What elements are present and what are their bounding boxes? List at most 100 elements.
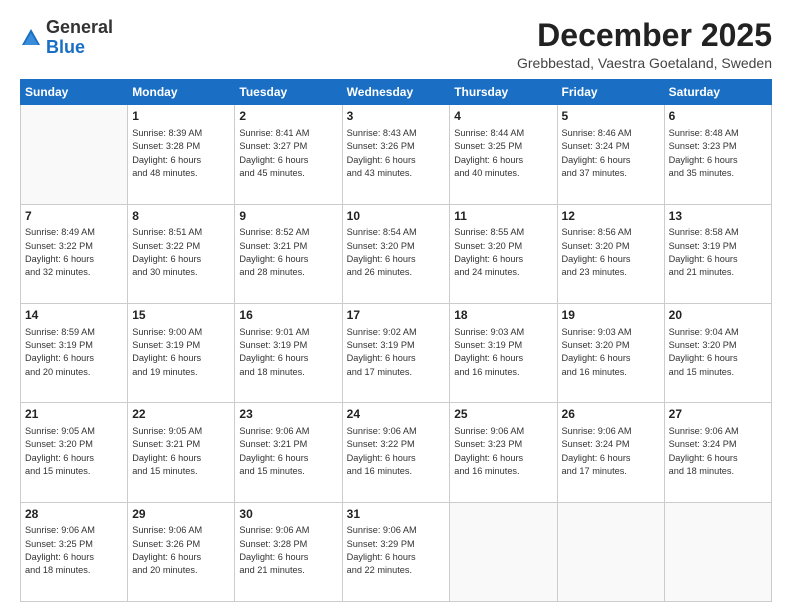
day-number: 21 xyxy=(25,406,123,423)
calendar-cell: 11Sunrise: 8:55 AM Sunset: 3:20 PM Dayli… xyxy=(450,204,557,303)
day-number: 30 xyxy=(239,506,337,523)
logo-general: General xyxy=(46,17,113,37)
calendar-week-1: 1Sunrise: 8:39 AM Sunset: 3:28 PM Daylig… xyxy=(21,105,772,204)
calendar-cell: 23Sunrise: 9:06 AM Sunset: 3:21 PM Dayli… xyxy=(235,403,342,502)
day-info: Sunrise: 9:06 AM Sunset: 3:26 PM Dayligh… xyxy=(132,524,230,577)
day-number: 25 xyxy=(454,406,552,423)
day-number: 12 xyxy=(562,208,660,225)
day-number: 24 xyxy=(347,406,446,423)
col-sunday: Sunday xyxy=(21,80,128,105)
day-number: 28 xyxy=(25,506,123,523)
day-info: Sunrise: 9:00 AM Sunset: 3:19 PM Dayligh… xyxy=(132,326,230,379)
calendar-cell: 10Sunrise: 8:54 AM Sunset: 3:20 PM Dayli… xyxy=(342,204,450,303)
day-info: Sunrise: 9:06 AM Sunset: 3:21 PM Dayligh… xyxy=(239,425,337,478)
day-number: 10 xyxy=(347,208,446,225)
location-title: Grebbestad, Vaestra Goetaland, Sweden xyxy=(517,55,772,71)
calendar-cell: 2 Sunrise: 8:41 AM Sunset: 3:27 PM Daylig… xyxy=(235,105,342,204)
logo-icon xyxy=(20,27,42,49)
day-info: Sunrise: 9:04 AM Sunset: 3:20 PM Dayligh… xyxy=(669,326,767,379)
day-info: Sunrise: 9:02 AM Sunset: 3:19 PM Dayligh… xyxy=(347,326,446,379)
calendar-cell: 27 Sunrise: 9:06 AM Sunset: 3:24 PM Dayli… xyxy=(664,403,771,502)
day-number: 26 xyxy=(562,406,660,423)
day-info: Sunrise: 8:41 AM Sunset: 3:27 PM Dayligh… xyxy=(239,127,337,180)
logo-text: General Blue xyxy=(46,18,113,58)
col-friday: Friday xyxy=(557,80,664,105)
day-number: 27 xyxy=(669,406,767,423)
logo: General Blue xyxy=(20,18,113,58)
day-info: Sunrise: 9:06 AM Sunset: 3:24 PM Dayligh… xyxy=(669,425,767,478)
calendar-week-4: 21 Sunrise: 9:05 AM Sunset: 3:20 PM Dayli… xyxy=(21,403,772,502)
calendar-cell xyxy=(21,105,128,204)
calendar-table: Sunday Monday Tuesday Wednesday Thursday… xyxy=(20,79,772,602)
day-info: Sunrise: 9:03 AM Sunset: 3:20 PM Dayligh… xyxy=(562,326,660,379)
calendar-cell: 16Sunrise: 9:01 AM Sunset: 3:19 PM Dayli… xyxy=(235,303,342,402)
calendar-cell: 1Sunrise: 8:39 AM Sunset: 3:28 PM Daylig… xyxy=(128,105,235,204)
calendar-cell: 3 Sunrise: 8:43 AM Sunset: 3:26 PM Daylig… xyxy=(342,105,450,204)
day-number: 20 xyxy=(669,307,767,324)
day-number: 3 xyxy=(347,108,446,125)
day-info: Sunrise: 8:48 AM Sunset: 3:23 PM Dayligh… xyxy=(669,127,767,180)
calendar-cell: 5 Sunrise: 8:46 AM Sunset: 3:24 PM Daylig… xyxy=(557,105,664,204)
day-info: Sunrise: 9:06 AM Sunset: 3:25 PM Dayligh… xyxy=(25,524,123,577)
day-number: 31 xyxy=(347,506,446,523)
calendar-week-5: 28Sunrise: 9:06 AM Sunset: 3:25 PM Dayli… xyxy=(21,502,772,601)
calendar-header-row: Sunday Monday Tuesday Wednesday Thursday… xyxy=(21,80,772,105)
calendar-cell: 21 Sunrise: 9:05 AM Sunset: 3:20 PM Dayli… xyxy=(21,403,128,502)
calendar-cell: 4 Sunrise: 8:44 AM Sunset: 3:25 PM Daylig… xyxy=(450,105,557,204)
calendar-cell: 20 Sunrise: 9:04 AM Sunset: 3:20 PM Dayli… xyxy=(664,303,771,402)
calendar-cell xyxy=(557,502,664,601)
day-info: Sunrise: 8:55 AM Sunset: 3:20 PM Dayligh… xyxy=(454,226,552,279)
calendar-cell: 25 Sunrise: 9:06 AM Sunset: 3:23 PM Dayli… xyxy=(450,403,557,502)
day-number: 5 xyxy=(562,108,660,125)
calendar-cell: 22 Sunrise: 9:05 AM Sunset: 3:21 PM Dayli… xyxy=(128,403,235,502)
day-info: Sunrise: 8:52 AM Sunset: 3:21 PM Dayligh… xyxy=(239,226,337,279)
day-info: Sunrise: 8:39 AM Sunset: 3:28 PM Dayligh… xyxy=(132,127,230,180)
day-info: Sunrise: 8:44 AM Sunset: 3:25 PM Dayligh… xyxy=(454,127,552,180)
day-number: 22 xyxy=(132,406,230,423)
day-info: Sunrise: 8:51 AM Sunset: 3:22 PM Dayligh… xyxy=(132,226,230,279)
day-info: Sunrise: 8:56 AM Sunset: 3:20 PM Dayligh… xyxy=(562,226,660,279)
calendar-week-2: 7Sunrise: 8:49 AM Sunset: 3:22 PM Daylig… xyxy=(21,204,772,303)
calendar-cell: 28Sunrise: 9:06 AM Sunset: 3:25 PM Dayli… xyxy=(21,502,128,601)
month-title: December 2025 xyxy=(517,18,772,53)
day-info: Sunrise: 8:43 AM Sunset: 3:26 PM Dayligh… xyxy=(347,127,446,180)
col-thursday: Thursday xyxy=(450,80,557,105)
calendar-week-3: 14Sunrise: 8:59 AM Sunset: 3:19 PM Dayli… xyxy=(21,303,772,402)
day-info: Sunrise: 9:06 AM Sunset: 3:22 PM Dayligh… xyxy=(347,425,446,478)
day-number: 2 xyxy=(239,108,337,125)
calendar-cell: 26Sunrise: 9:06 AM Sunset: 3:24 PM Dayli… xyxy=(557,403,664,502)
day-number: 11 xyxy=(454,208,552,225)
calendar-cell: 31Sunrise: 9:06 AM Sunset: 3:29 PM Dayli… xyxy=(342,502,450,601)
col-tuesday: Tuesday xyxy=(235,80,342,105)
header: General Blue December 2025 Grebbestad, V… xyxy=(20,18,772,71)
page: General Blue December 2025 Grebbestad, V… xyxy=(0,0,792,612)
day-number: 7 xyxy=(25,208,123,225)
day-info: Sunrise: 8:46 AM Sunset: 3:24 PM Dayligh… xyxy=(562,127,660,180)
day-info: Sunrise: 9:06 AM Sunset: 3:23 PM Dayligh… xyxy=(454,425,552,478)
col-wednesday: Wednesday xyxy=(342,80,450,105)
day-info: Sunrise: 8:49 AM Sunset: 3:22 PM Dayligh… xyxy=(25,226,123,279)
col-monday: Monday xyxy=(128,80,235,105)
title-block: December 2025 Grebbestad, Vaestra Goetal… xyxy=(517,18,772,71)
calendar-cell: 19Sunrise: 9:03 AM Sunset: 3:20 PM Dayli… xyxy=(557,303,664,402)
day-number: 13 xyxy=(669,208,767,225)
day-number: 15 xyxy=(132,307,230,324)
day-info: Sunrise: 8:59 AM Sunset: 3:19 PM Dayligh… xyxy=(25,326,123,379)
day-info: Sunrise: 9:03 AM Sunset: 3:19 PM Dayligh… xyxy=(454,326,552,379)
day-info: Sunrise: 9:06 AM Sunset: 3:28 PM Dayligh… xyxy=(239,524,337,577)
calendar-cell: 24 Sunrise: 9:06 AM Sunset: 3:22 PM Dayli… xyxy=(342,403,450,502)
calendar-cell: 8Sunrise: 8:51 AM Sunset: 3:22 PM Daylig… xyxy=(128,204,235,303)
calendar-cell: 17Sunrise: 9:02 AM Sunset: 3:19 PM Dayli… xyxy=(342,303,450,402)
calendar-cell: 29Sunrise: 9:06 AM Sunset: 3:26 PM Dayli… xyxy=(128,502,235,601)
logo-blue: Blue xyxy=(46,37,85,57)
calendar-cell: 15 Sunrise: 9:00 AM Sunset: 3:19 PM Dayli… xyxy=(128,303,235,402)
day-number: 8 xyxy=(132,208,230,225)
day-number: 4 xyxy=(454,108,552,125)
day-info: Sunrise: 9:05 AM Sunset: 3:20 PM Dayligh… xyxy=(25,425,123,478)
calendar-cell: 6 Sunrise: 8:48 AM Sunset: 3:23 PM Daylig… xyxy=(664,105,771,204)
calendar-cell: 30Sunrise: 9:06 AM Sunset: 3:28 PM Dayli… xyxy=(235,502,342,601)
day-number: 6 xyxy=(669,108,767,125)
calendar-cell: 12Sunrise: 8:56 AM Sunset: 3:20 PM Dayli… xyxy=(557,204,664,303)
calendar-cell: 9Sunrise: 8:52 AM Sunset: 3:21 PM Daylig… xyxy=(235,204,342,303)
day-info: Sunrise: 9:05 AM Sunset: 3:21 PM Dayligh… xyxy=(132,425,230,478)
